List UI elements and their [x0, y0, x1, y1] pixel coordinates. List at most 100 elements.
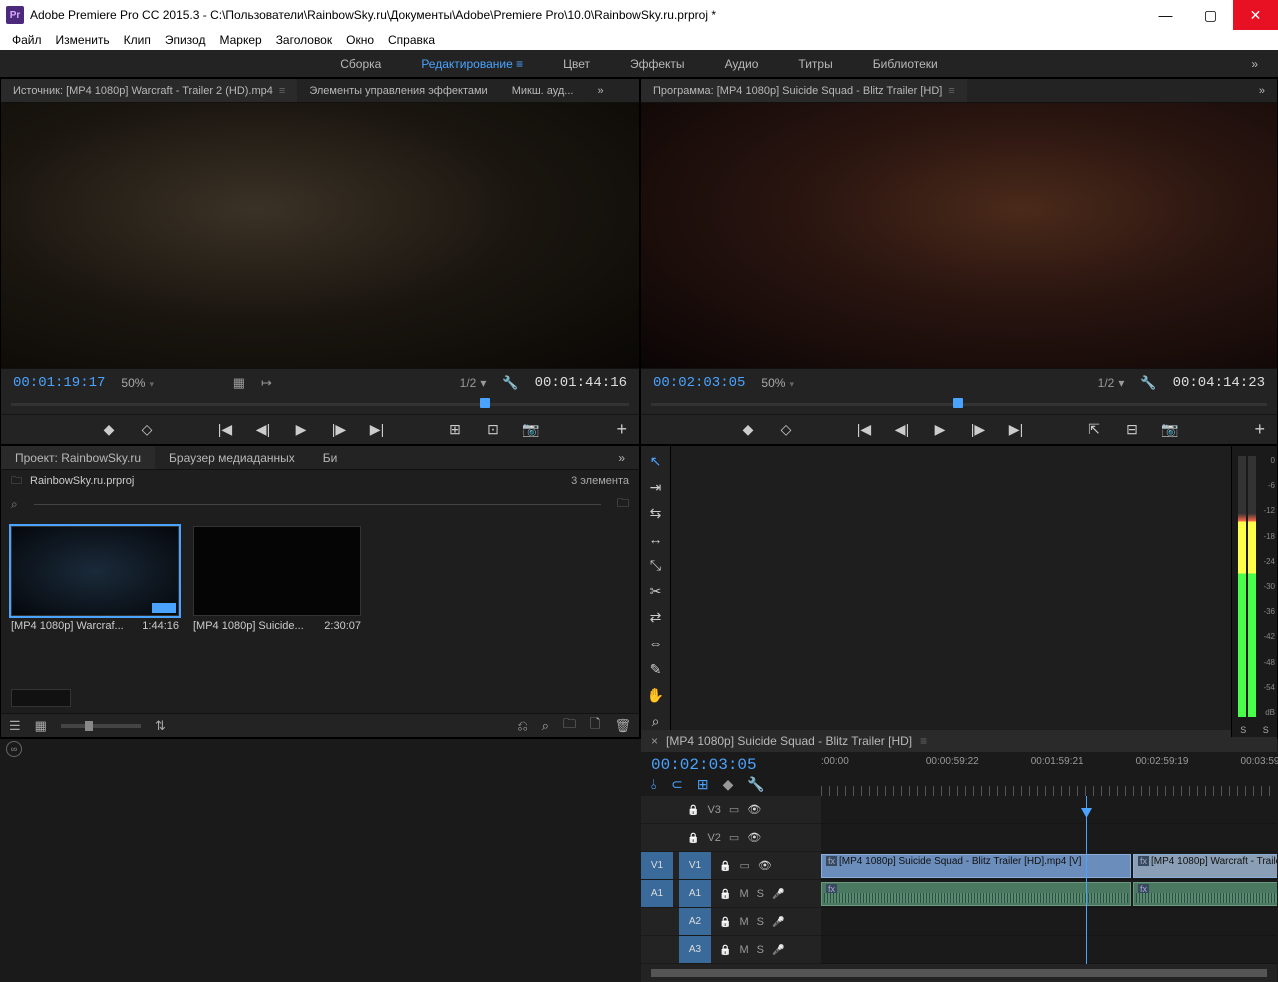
maximize-button[interactable]: ▢	[1188, 0, 1233, 30]
search-input[interactable]	[34, 504, 601, 505]
mute-toggle[interactable]: M	[739, 944, 748, 956]
project-tab[interactable]: Проект: RainbowSky.ru	[1, 446, 155, 469]
record-icon[interactable]	[772, 944, 784, 956]
slide-tool-icon[interactable]: ⇔	[646, 634, 666, 652]
zoom-tool-icon[interactable]: ⌕	[646, 712, 666, 730]
new-item-icon[interactable]: 🗋	[590, 715, 600, 737]
toggle-output-icon[interactable]: ▭	[729, 803, 739, 816]
pen-tool-icon[interactable]: ✎	[646, 660, 666, 678]
new-bin-icon[interactable]: 🗀	[563, 715, 576, 737]
minimize-button[interactable]: —	[1143, 0, 1188, 30]
workspace-effects[interactable]: Эффекты	[630, 57, 685, 71]
ripple-edit-tool-icon[interactable]: ⇆	[646, 504, 666, 522]
linked-selection-icon[interactable]: ⊂	[671, 776, 683, 793]
overwrite-icon[interactable]: ⊡	[484, 421, 502, 438]
lock-icon[interactable]	[719, 916, 731, 928]
mute-toggle[interactable]: M	[739, 916, 748, 928]
close-tab-icon[interactable]: ×	[651, 734, 658, 748]
project-item[interactable]: [MP4 1080p] Suicide...2:30:07	[193, 526, 361, 679]
program-video-preview[interactable]	[641, 103, 1277, 368]
hand-tool-icon[interactable]: ✋	[646, 686, 666, 704]
search-icon[interactable]: ⌕	[11, 497, 18, 512]
program-zoom-select[interactable]: 50%	[761, 376, 794, 390]
track-header-a1[interactable]: A1 A1 MS	[641, 880, 821, 908]
track-target-toggle[interactable]: A1	[679, 880, 711, 907]
step-forward-icon[interactable]: |▶	[330, 421, 348, 438]
settings-icon[interactable]: 🔧	[747, 776, 764, 793]
list-view-icon[interactable]: ☰	[9, 718, 21, 734]
go-to-in-icon[interactable]: |◀	[855, 421, 873, 438]
lock-icon[interactable]	[719, 944, 731, 956]
sequence-tab[interactable]: × [MP4 1080p] Suicide Squad - Blitz Trai…	[641, 730, 1277, 752]
timeline-timecode[interactable]: 00:02:03:05	[651, 756, 811, 774]
track-select-tool-icon[interactable]: ⇥	[646, 478, 666, 496]
source-resolution-select[interactable]: 1/2 ▾	[460, 376, 487, 390]
thumbnail-size-slider[interactable]	[61, 724, 141, 728]
tabs-overflow-icon[interactable]: »	[604, 446, 639, 469]
effect-controls-tab[interactable]: Элементы управления эффектами	[297, 79, 499, 102]
find-icon[interactable]: ⌕	[542, 718, 549, 734]
program-resolution-select[interactable]: 1/2 ▾	[1098, 376, 1125, 390]
lift-icon[interactable]: ⇱	[1085, 421, 1103, 438]
icon-view-icon[interactable]: ▦	[35, 718, 47, 734]
timeline-clip[interactable]: fx[MP4 1080p] Warcraft - Trailer 2 (HD)	[1133, 854, 1277, 878]
snap-icon[interactable]: ⫰	[651, 776, 657, 793]
track-source-toggle[interactable]	[641, 936, 673, 963]
tabs-overflow-icon[interactable]: »	[585, 79, 615, 102]
folder-icon[interactable]: 🗀	[11, 472, 22, 491]
step-forward-icon[interactable]: |▶	[969, 421, 987, 438]
timeline-audio-clip[interactable]: fx	[1133, 882, 1277, 906]
workspace-editing[interactable]: Редактирование ≡	[421, 57, 523, 71]
source-timecode-in[interactable]: 00:01:19:17	[13, 375, 105, 391]
mark-out-icon[interactable]: ◇	[138, 421, 156, 438]
extract-icon[interactable]: ⊟	[1123, 421, 1141, 438]
step-back-icon[interactable]: ◀|	[254, 421, 272, 438]
toggle-output-icon[interactable]: ▭	[729, 831, 739, 844]
timeline-audio-clip[interactable]: fx	[821, 882, 1131, 906]
audio-mixer-tab[interactable]: Микш. ауд...	[500, 79, 586, 102]
export-frame-icon[interactable]: 📷	[1161, 421, 1179, 438]
wrench-icon[interactable]: 🔧	[1140, 375, 1156, 391]
close-button[interactable]: ✕	[1233, 0, 1278, 30]
solo-toggle[interactable]: S	[757, 944, 764, 956]
go-to-out-icon[interactable]: ▶|	[368, 421, 386, 438]
track-header-v3[interactable]: V3▭	[641, 796, 821, 824]
solo-right[interactable]: S	[1263, 725, 1269, 735]
marker-icon[interactable]: ◆	[723, 776, 734, 793]
slip-tool-icon[interactable]: ⇄	[646, 608, 666, 626]
source-scrubber[interactable]	[1, 396, 639, 414]
track-header-v2[interactable]: V2▭	[641, 824, 821, 852]
playhead[interactable]	[1086, 796, 1087, 964]
track-source-toggle[interactable]	[641, 824, 673, 851]
libraries-tab-short[interactable]: Би	[309, 446, 352, 469]
workspace-color[interactable]: Цвет	[563, 57, 590, 71]
solo-toggle[interactable]: S	[757, 916, 764, 928]
timeline-ruler[interactable]: :00:00 00:00:59:22 00:01:59:21 00:02:59:…	[821, 752, 1277, 796]
lock-icon[interactable]	[687, 832, 699, 844]
lock-icon[interactable]	[719, 888, 731, 900]
go-to-out-icon[interactable]: ▶|	[1007, 421, 1025, 438]
creative-cloud-icon[interactable]: ∞	[6, 741, 22, 757]
timeline-clip[interactable]: fx[MP4 1080p] Suicide Squad - Blitz Trai…	[821, 854, 1131, 878]
track-target-toggle[interactable]: V1	[679, 852, 711, 879]
record-icon[interactable]	[772, 888, 784, 900]
mark-in-icon[interactable]: ◆	[100, 421, 118, 438]
mark-out-icon[interactable]: ◇	[777, 421, 795, 438]
program-tab[interactable]: Программа: [MP4 1080p] Suicide Squad - B…	[641, 79, 967, 102]
program-timecode-in[interactable]: 00:02:03:05	[653, 375, 745, 391]
workspace-assembly[interactable]: Сборка	[340, 57, 381, 71]
rolling-edit-tool-icon[interactable]: ↔	[646, 530, 666, 548]
go-to-in-icon[interactable]: |◀	[216, 421, 234, 438]
workspace-libraries[interactable]: Библиотеки	[873, 57, 938, 71]
insert-icon[interactable]: ⊞	[446, 421, 464, 438]
step-back-icon[interactable]: ◀|	[893, 421, 911, 438]
media-browser-tab[interactable]: Браузер медиаданных	[155, 446, 309, 469]
program-scrubber[interactable]	[641, 396, 1277, 414]
add-marker-icon[interactable]: ⊞	[697, 776, 709, 793]
menu-clip[interactable]: Клип	[118, 31, 157, 49]
source-zoom-select[interactable]: 50%	[121, 376, 154, 390]
panel-menu-icon[interactable]: ≡	[279, 85, 285, 97]
source-video-preview[interactable]	[1, 103, 639, 368]
mute-toggle[interactable]: M	[739, 888, 748, 900]
color-label[interactable]	[11, 689, 71, 707]
